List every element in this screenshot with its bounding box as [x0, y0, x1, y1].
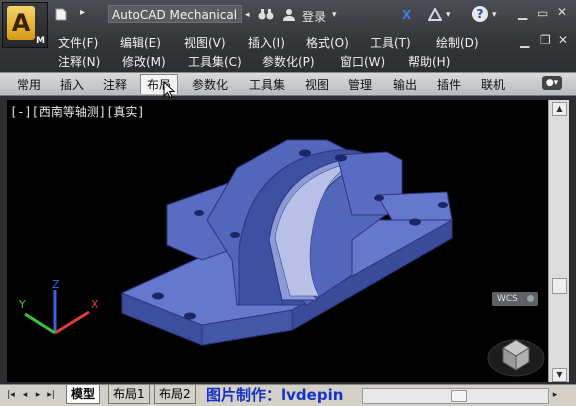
scroll-right-icon[interactable]: ▸ — [550, 389, 560, 401]
axis-y-label: Y — [18, 298, 26, 311]
menu-parametric[interactable]: 参数化(P) — [262, 53, 315, 70]
close-icon[interactable]: ✕ — [557, 5, 567, 19]
menu-insert[interactable]: 插入(I) — [248, 34, 285, 51]
doc-minimize-icon[interactable]: ▁ — [520, 34, 529, 48]
mouse-cursor-icon — [163, 81, 175, 99]
tab-output[interactable]: 输出 — [393, 76, 417, 93]
ribbon-minimize-icon[interactable]: ●▾ — [542, 76, 562, 90]
login-link[interactable]: 登录 — [302, 8, 326, 25]
tab-annotate[interactable]: 注释 — [103, 76, 127, 93]
scroll-down-icon[interactable]: ▼ — [552, 368, 567, 382]
axis-x-label: X — [91, 298, 99, 311]
tab-plugins[interactable]: 插件 — [437, 76, 461, 93]
menu-edit[interactable]: 编辑(E) — [120, 34, 161, 51]
new-file-icon[interactable] — [55, 8, 67, 24]
menu-modify[interactable]: 修改(M) — [122, 53, 166, 70]
wcs-menu-button[interactable]: WCS — [492, 292, 538, 306]
help-dropdown-icon[interactable]: ▾ — [492, 10, 497, 20]
tab-manage[interactable]: 管理 — [348, 76, 372, 93]
layout-tab-bar: |◂ ◂ ▸ ▸| 模型 布局1 布局2 图片制作：lvdepin ▸ — [0, 384, 576, 406]
drawing-viewport[interactable]: [-][西南等轴测][真实] Z X Y WCS — [7, 100, 548, 382]
next-tab-icon[interactable]: ▸ — [33, 389, 43, 401]
tab-parametric[interactable]: 参数化 — [192, 76, 228, 93]
tab-online[interactable]: 联机 — [481, 76, 505, 93]
mechanical-badge: M — [36, 36, 45, 46]
tab-insert[interactable]: 插入 — [60, 76, 84, 93]
autocad-window: A M ▸ AutoCAD Mechanical ◂ 登录 ▾ X ▾ ? ▾ … — [0, 0, 576, 406]
minimize-icon[interactable]: ▁ — [518, 6, 527, 20]
tab-home[interactable]: 常用 — [17, 76, 41, 93]
title-bar: A M ▸ AutoCAD Mechanical ◂ 登录 ▾ X ▾ ? ▾ … — [0, 0, 576, 72]
horizontal-scroll-thumb[interactable] — [451, 390, 467, 402]
bearing-housing-model: Z X Y — [18, 139, 545, 377]
tab-toolsets[interactable]: 工具集 — [249, 76, 285, 93]
menu-view[interactable]: 视图(V) — [184, 34, 226, 51]
prev-tab-icon[interactable]: ◂ — [20, 389, 30, 401]
ribbon-tab-bar: 常用 插入 注释 布局 参数化 工具集 视图 管理 输出 插件 联机 ●▾ — [0, 72, 576, 99]
scroll-up-icon[interactable]: ▲ — [552, 102, 567, 116]
wcs-label: WCS — [497, 294, 518, 304]
menu-toolsets[interactable]: 工具集(C) — [188, 53, 242, 70]
application-menu-button[interactable]: A M — [2, 2, 48, 48]
tab-model[interactable]: 模型 — [66, 385, 101, 404]
menu-window[interactable]: 窗口(W) — [340, 53, 385, 70]
autocad-logo-icon: A — [7, 6, 35, 40]
maximize-icon[interactable]: ▭ — [537, 6, 548, 20]
ucs-axis-icon — [24, 290, 90, 335]
menu-annotate[interactable]: 注释(N) — [58, 53, 100, 70]
menu-tools[interactable]: 工具(T) — [370, 34, 411, 51]
user-icon[interactable] — [283, 8, 295, 24]
horizontal-scrollbar[interactable] — [362, 388, 549, 404]
binoculars-icon[interactable] — [258, 8, 274, 24]
vertical-scroll-thumb[interactable] — [552, 278, 567, 294]
tab-layout2[interactable]: 布局2 — [154, 385, 196, 404]
credit-text: 图片制作：lvdepin — [206, 386, 344, 404]
tab-view[interactable]: 视图 — [305, 76, 329, 93]
wcs-dropdown-icon — [527, 295, 534, 302]
menu-help[interactable]: 帮助(H) — [408, 53, 450, 70]
a360-dropdown-icon[interactable]: ▾ — [446, 10, 451, 20]
viewcube-icon — [487, 339, 545, 377]
doc-restore-icon[interactable]: ❐ — [540, 33, 551, 47]
vertical-scrollbar[interactable]: ▲ ▼ — [548, 100, 569, 382]
login-dropdown-icon[interactable]: ▾ — [332, 10, 337, 20]
doc-close-icon[interactable]: ✕ — [558, 33, 568, 47]
a360-icon[interactable] — [427, 6, 443, 24]
workspace-title: AutoCAD Mechanical — [108, 5, 242, 23]
tab-layout1[interactable]: 布局1 — [108, 385, 150, 404]
menu-format[interactable]: 格式(O) — [306, 34, 349, 51]
menu-draw[interactable]: 绘制(D) — [436, 34, 479, 51]
help-icon[interactable]: ? — [472, 6, 488, 22]
menu-file[interactable]: 文件(F) — [58, 34, 98, 51]
quick-access-more-icon[interactable]: ▸ — [80, 7, 85, 18]
axis-z-label: Z — [52, 278, 60, 291]
first-tab-icon[interactable]: |◂ — [6, 389, 16, 401]
last-tab-icon[interactable]: ▸| — [46, 389, 56, 401]
exchange-x-icon[interactable]: X — [402, 8, 411, 22]
title-left-arrow-icon[interactable]: ◂ — [245, 10, 250, 20]
